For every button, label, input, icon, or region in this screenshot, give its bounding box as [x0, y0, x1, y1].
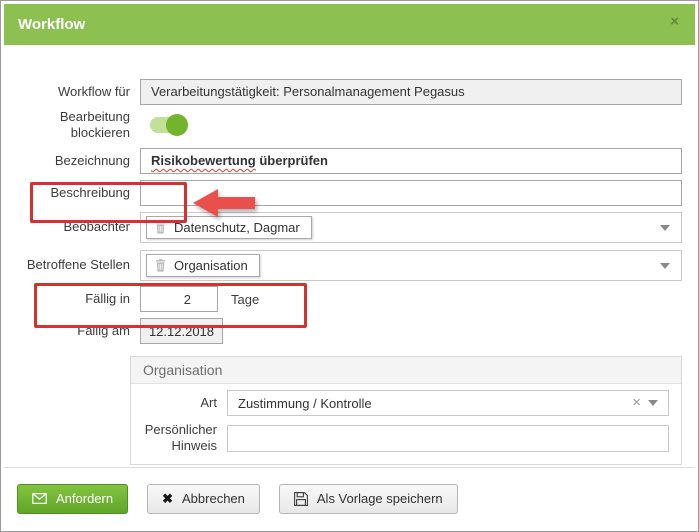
row-hinweis: Persönlicher Hinweis — [131, 422, 669, 455]
bezeichnung-value-rest: überprüfen — [256, 153, 328, 168]
dialog-title: Workflow — [18, 16, 85, 33]
beobachter-multiselect[interactable]: Datenschutz, Dagmar — [140, 212, 682, 243]
workflow-for-value: Verarbeitungstätigkeit: Personalmanageme… — [140, 79, 682, 105]
block-editing-toggle[interactable] — [150, 114, 186, 136]
row-art: Art Zustimmung / Kontrolle × — [131, 390, 669, 416]
row-beobachter: Beobachter Datenschutz, Dagmar — [4, 212, 695, 243]
row-workflow-for: Workflow für Verarbeitungstätigkeit: Per… — [4, 79, 695, 105]
chevron-down-icon[interactable] — [660, 263, 670, 269]
bezeichnung-label: Bezeichnung — [20, 153, 130, 169]
trash-icon[interactable] — [155, 221, 166, 234]
dialog-footer: Anfordern ✖ Abbrechen Als Vorlage speich… — [4, 467, 695, 528]
betroffene-stellen-tag[interactable]: Organisation — [146, 254, 260, 277]
beobachter-tag-label: Datenschutz, Dagmar — [174, 220, 300, 235]
envelope-icon — [32, 493, 47, 504]
save-icon — [294, 492, 308, 506]
cancel-button[interactable]: ✖ Abbrechen — [147, 484, 260, 514]
close-icon[interactable]: × — [670, 14, 679, 29]
organisation-group-body: Art Zustimmung / Kontrolle × Persönliche… — [131, 384, 681, 464]
clear-icon[interactable]: × — [632, 394, 641, 412]
request-button[interactable]: Anfordern — [17, 484, 128, 514]
workflow-dialog: Workflow × Workflow für Verarbeitungstät… — [0, 0, 699, 532]
chevron-down-icon[interactable] — [648, 400, 658, 406]
dialog-content: Workflow für Verarbeitungstätigkeit: Per… — [4, 79, 695, 465]
toggle-knob — [166, 114, 188, 136]
faellig-am-value: 12.12.2018 — [140, 318, 223, 344]
beobachter-tag[interactable]: Datenschutz, Dagmar — [146, 216, 312, 239]
hinweis-input[interactable] — [227, 425, 669, 452]
trash-icon[interactable] — [155, 259, 166, 272]
row-faellig-in: Fällig in Tage — [4, 286, 695, 312]
request-button-label: Anfordern — [56, 491, 113, 506]
bezeichnung-value-misspelled: Risikobewertung — [151, 153, 256, 168]
block-editing-label: Bearbeitung blockieren — [20, 109, 130, 142]
art-value: Zustimmung / Kontrolle — [238, 396, 372, 411]
row-bezeichnung: Bezeichnung Risikobewertung überprüfen — [4, 148, 695, 174]
organisation-group-header: Organisation — [131, 357, 681, 384]
row-beschreibung: Beschreibung — [4, 180, 695, 206]
art-label: Art — [131, 395, 217, 411]
faellig-in-label: Fällig in — [20, 291, 130, 307]
save-as-template-button[interactable]: Als Vorlage speichern — [279, 484, 458, 514]
faellig-am-label: Fällig am — [20, 323, 130, 339]
cancel-button-label: Abbrechen — [182, 491, 245, 506]
organisation-group-title: Organisation — [143, 362, 222, 378]
art-dropdown[interactable]: Zustimmung / Kontrolle — [227, 390, 669, 416]
betroffene-stellen-multiselect[interactable]: Organisation — [140, 250, 682, 281]
chevron-down-icon[interactable] — [660, 225, 670, 231]
bezeichnung-input[interactable]: Risikobewertung überprüfen — [140, 148, 682, 174]
beschreibung-label: Beschreibung — [20, 185, 130, 201]
faellig-in-input[interactable] — [140, 286, 218, 312]
organisation-group: Organisation Art Zustimmung / Kontrolle … — [130, 356, 682, 465]
dialog-titlebar: Workflow × — [4, 4, 695, 45]
hinweis-label: Persönlicher Hinweis — [131, 422, 217, 455]
betroffene-stellen-tag-label: Organisation — [174, 258, 248, 273]
faellig-in-unit: Tage — [231, 292, 259, 307]
betroffene-stellen-label: Betroffene Stellen — [20, 257, 130, 273]
beschreibung-input[interactable] — [140, 180, 682, 206]
workflow-for-label: Workflow für — [20, 84, 130, 100]
x-icon: ✖ — [162, 492, 173, 505]
row-block-editing: Bearbeitung blockieren — [4, 105, 695, 145]
beobachter-label: Beobachter — [20, 219, 130, 235]
save-as-template-button-label: Als Vorlage speichern — [317, 491, 443, 506]
row-betroffene-stellen: Betroffene Stellen Organisation — [4, 250, 695, 281]
row-faellig-am: Fällig am 12.12.2018 — [4, 318, 695, 344]
